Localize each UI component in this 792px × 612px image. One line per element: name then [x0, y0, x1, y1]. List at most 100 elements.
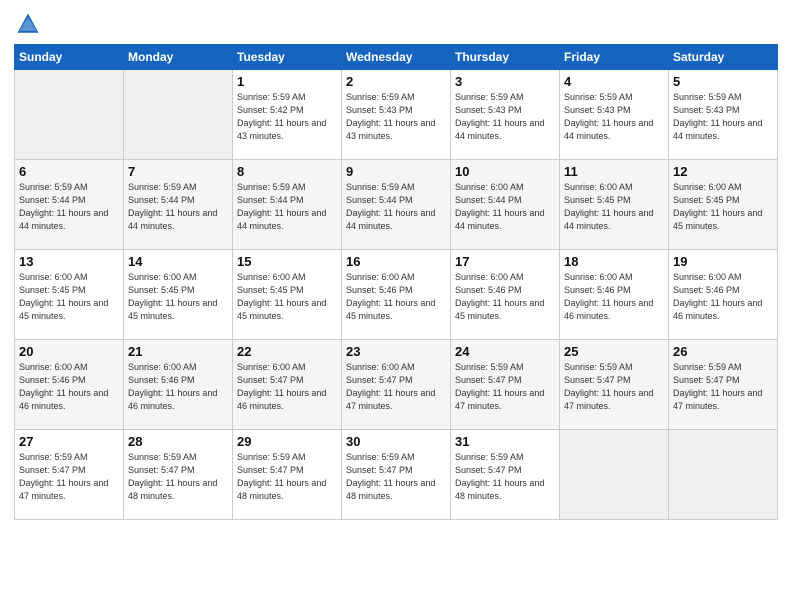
calendar: SundayMondayTuesdayWednesdayThursdayFrid… [14, 44, 778, 520]
day-number: 23 [346, 344, 446, 359]
day-number: 25 [564, 344, 664, 359]
day-number: 18 [564, 254, 664, 269]
logo [14, 10, 44, 38]
calendar-cell: 9Sunrise: 5:59 AM Sunset: 5:44 PM Daylig… [342, 160, 451, 250]
day-number: 10 [455, 164, 555, 179]
day-info: Sunrise: 5:59 AM Sunset: 5:47 PM Dayligh… [455, 361, 555, 413]
day-number: 12 [673, 164, 773, 179]
calendar-cell: 17Sunrise: 6:00 AM Sunset: 5:46 PM Dayli… [451, 250, 560, 340]
calendar-cell: 19 Sunrise: 6:00 AM Sunset: 5:46 PM Dayli… [669, 250, 778, 340]
calendar-week-row: 1Sunrise: 5:59 AM Sunset: 5:42 PM Daylig… [15, 70, 778, 160]
calendar-cell: 13Sunrise: 6:00 AM Sunset: 5:45 PM Dayli… [15, 250, 124, 340]
calendar-cell: 24 Sunrise: 5:59 AM Sunset: 5:47 PM Dayli… [451, 340, 560, 430]
day-number: 3 [455, 74, 555, 89]
calendar-cell [669, 430, 778, 520]
day-info: Sunrise: 5:59 AM Sunset: 5:43 PM Dayligh… [455, 91, 555, 143]
day-number: 2 [346, 74, 446, 89]
weekday-header: Sunday [15, 45, 124, 70]
day-info: Sunrise: 5:59 AM Sunset: 5:47 PM Dayligh… [237, 451, 337, 503]
day-number: 19 [673, 254, 773, 269]
calendar-cell: 25 Sunrise: 5:59 AM Sunset: 5:47 PM Dayli… [560, 340, 669, 430]
logo-icon [14, 10, 42, 38]
weekday-header: Saturday [669, 45, 778, 70]
day-number: 28 [128, 434, 228, 449]
calendar-cell: 28 Sunrise: 5:59 AM Sunset: 5:47 PM Dayli… [124, 430, 233, 520]
day-number: 22 [237, 344, 337, 359]
page: SundayMondayTuesdayWednesdayThursdayFrid… [0, 0, 792, 612]
weekday-header: Wednesday [342, 45, 451, 70]
day-info: Sunrise: 6:00 AM Sunset: 5:47 PM Dayligh… [237, 361, 337, 413]
day-number: 31 [455, 434, 555, 449]
day-number: 14 [128, 254, 228, 269]
day-number: 4 [564, 74, 664, 89]
calendar-cell: 14 Sunrise: 6:00 AM Sunset: 5:45 PM Dayli… [124, 250, 233, 340]
calendar-cell [124, 70, 233, 160]
day-info: Sunrise: 5:59 AM Sunset: 5:47 PM Dayligh… [346, 451, 446, 503]
calendar-cell: 8Sunrise: 5:59 AM Sunset: 5:44 PM Daylig… [233, 160, 342, 250]
day-number: 15 [237, 254, 337, 269]
calendar-week-row: 6 Sunrise: 5:59 AM Sunset: 5:44 PM Daylig… [15, 160, 778, 250]
calendar-cell: 4 Sunrise: 5:59 AM Sunset: 5:43 PM Daylig… [560, 70, 669, 160]
day-number: 20 [19, 344, 119, 359]
day-info: Sunrise: 5:59 AM Sunset: 5:47 PM Dayligh… [564, 361, 664, 413]
calendar-cell: 30Sunrise: 5:59 AM Sunset: 5:47 PM Dayli… [342, 430, 451, 520]
day-info: Sunrise: 5:59 AM Sunset: 5:47 PM Dayligh… [673, 361, 773, 413]
day-info: Sunrise: 6:00 AM Sunset: 5:46 PM Dayligh… [564, 271, 664, 323]
weekday-header: Thursday [451, 45, 560, 70]
day-info: Sunrise: 5:59 AM Sunset: 5:44 PM Dayligh… [346, 181, 446, 233]
calendar-cell: 20 Sunrise: 6:00 AM Sunset: 5:46 PM Dayli… [15, 340, 124, 430]
day-info: Sunrise: 6:00 AM Sunset: 5:46 PM Dayligh… [673, 271, 773, 323]
calendar-cell: 2 Sunrise: 5:59 AM Sunset: 5:43 PM Daylig… [342, 70, 451, 160]
day-number: 1 [237, 74, 337, 89]
calendar-cell: 5 Sunrise: 5:59 AM Sunset: 5:43 PM Daylig… [669, 70, 778, 160]
day-info: Sunrise: 6:00 AM Sunset: 5:45 PM Dayligh… [673, 181, 773, 233]
calendar-cell: 7Sunrise: 5:59 AM Sunset: 5:44 PM Daylig… [124, 160, 233, 250]
day-number: 24 [455, 344, 555, 359]
day-info: Sunrise: 5:59 AM Sunset: 5:47 PM Dayligh… [455, 451, 555, 503]
calendar-week-row: 20 Sunrise: 6:00 AM Sunset: 5:46 PM Dayli… [15, 340, 778, 430]
day-info: Sunrise: 5:59 AM Sunset: 5:43 PM Dayligh… [564, 91, 664, 143]
header [14, 10, 778, 38]
calendar-cell: 23 Sunrise: 6:00 AM Sunset: 5:47 PM Dayli… [342, 340, 451, 430]
calendar-week-row: 27 Sunrise: 5:59 AM Sunset: 5:47 PM Dayli… [15, 430, 778, 520]
day-info: Sunrise: 6:00 AM Sunset: 5:46 PM Dayligh… [19, 361, 119, 413]
day-number: 26 [673, 344, 773, 359]
day-info: Sunrise: 6:00 AM Sunset: 5:47 PM Dayligh… [346, 361, 446, 413]
weekday-header: Friday [560, 45, 669, 70]
day-info: Sunrise: 6:00 AM Sunset: 5:46 PM Dayligh… [346, 271, 446, 323]
day-info: Sunrise: 6:00 AM Sunset: 5:45 PM Dayligh… [128, 271, 228, 323]
day-info: Sunrise: 6:00 AM Sunset: 5:46 PM Dayligh… [455, 271, 555, 323]
calendar-cell: 27 Sunrise: 5:59 AM Sunset: 5:47 PM Dayli… [15, 430, 124, 520]
day-info: Sunrise: 6:00 AM Sunset: 5:45 PM Dayligh… [564, 181, 664, 233]
calendar-cell: 15 Sunrise: 6:00 AM Sunset: 5:45 PM Dayli… [233, 250, 342, 340]
calendar-cell: 22 Sunrise: 6:00 AM Sunset: 5:47 PM Dayli… [233, 340, 342, 430]
calendar-cell: 26 Sunrise: 5:59 AM Sunset: 5:47 PM Dayli… [669, 340, 778, 430]
weekday-header-row: SundayMondayTuesdayWednesdayThursdayFrid… [15, 45, 778, 70]
calendar-cell [15, 70, 124, 160]
day-number: 5 [673, 74, 773, 89]
calendar-week-row: 13 Sunrise: 6:00 AM Sunset: 5:45 PM Dayli… [15, 250, 778, 340]
day-info: Sunrise: 5:59 AM Sunset: 5:47 PM Dayligh… [128, 451, 228, 503]
day-number: 27 [19, 434, 119, 449]
day-number: 21 [128, 344, 228, 359]
calendar-cell: 11 Sunrise: 6:00 AM Sunset: 5:45 PM Dayli… [560, 160, 669, 250]
calendar-cell: 31 Sunrise: 5:59 AM Sunset: 5:47 PM Dayli… [451, 430, 560, 520]
weekday-header: Monday [124, 45, 233, 70]
calendar-cell: 21 Sunrise: 6:00 AM Sunset: 5:46 PM Dayli… [124, 340, 233, 430]
calendar-cell: 3 Sunrise: 5:59 AM Sunset: 5:43 PM Daylig… [451, 70, 560, 160]
day-info: Sunrise: 6:00 AM Sunset: 5:45 PM Dayligh… [237, 271, 337, 323]
day-number: 11 [564, 164, 664, 179]
day-info: Sunrise: 5:59 AM Sunset: 5:43 PM Dayligh… [346, 91, 446, 143]
calendar-cell: 18 Sunrise: 6:00 AM Sunset: 5:46 PM Dayli… [560, 250, 669, 340]
calendar-cell: 12 Sunrise: 6:00 AM Sunset: 5:45 PM Dayli… [669, 160, 778, 250]
day-number: 16 [346, 254, 446, 269]
day-info: Sunrise: 5:59 AM Sunset: 5:47 PM Dayligh… [19, 451, 119, 503]
day-info: Sunrise: 5:59 AM Sunset: 5:43 PM Dayligh… [673, 91, 773, 143]
day-number: 29 [237, 434, 337, 449]
day-number: 13 [19, 254, 119, 269]
day-number: 8 [237, 164, 337, 179]
calendar-cell: 1Sunrise: 5:59 AM Sunset: 5:42 PM Daylig… [233, 70, 342, 160]
weekday-header: Tuesday [233, 45, 342, 70]
day-number: 6 [19, 164, 119, 179]
day-info: Sunrise: 6:00 AM Sunset: 5:46 PM Dayligh… [128, 361, 228, 413]
